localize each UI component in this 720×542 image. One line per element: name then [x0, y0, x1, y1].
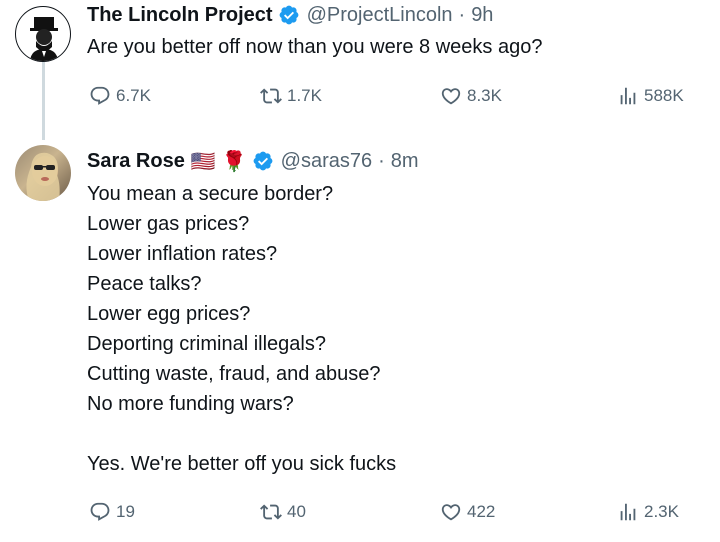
views-button[interactable]: 2.3K [617, 497, 679, 527]
like-button[interactable]: 422 [440, 497, 495, 527]
like-icon [441, 504, 461, 521]
tweet-header: Sara Rose 🇺🇸 🌹 @saras76 · 8m [87, 147, 419, 175]
tweet-actions: 19 40 422 2.3K [0, 497, 720, 527]
author-handle[interactable]: @ProjectLincoln [307, 4, 453, 27]
like-count: 8.3K [467, 86, 502, 105]
tweet-text: You mean a secure border? Lower gas pric… [87, 183, 397, 475]
retweet-count: 1.7K [287, 86, 322, 105]
reply-button[interactable]: 19 [89, 497, 135, 527]
tweet-timestamp[interactable]: 8m [391, 150, 419, 173]
reply-icon [90, 502, 110, 521]
tweet-actions: 6.7K 1.7K 8.3K 588K [0, 81, 720, 111]
separator-dot: · [458, 3, 466, 26]
verified-badge-icon [253, 151, 273, 171]
retweet-icon [260, 88, 282, 104]
reply-count: 6.7K [116, 86, 151, 105]
retweet-count: 40 [287, 502, 306, 521]
tweet-text: Are you better off now than you were 8 w… [87, 36, 543, 58]
tweet-lincoln-project[interactable]: The Lincoln Project @ProjectLincoln · 9h… [0, 0, 720, 140]
author-handle[interactable]: @saras76 [281, 150, 372, 173]
views-count: 588K [644, 86, 684, 105]
rose-emoji: 🌹 [221, 150, 247, 173]
tweet-timestamp[interactable]: 9h [471, 4, 493, 27]
retweet-icon [260, 504, 282, 520]
views-button[interactable]: 588K [617, 81, 684, 111]
reply-icon [90, 86, 110, 105]
like-icon [441, 88, 461, 105]
author-name[interactable]: Sara Rose [87, 150, 185, 173]
reply-count: 19 [116, 502, 135, 521]
us-flag-emoji: 🇺🇸 [190, 150, 216, 173]
like-count: 422 [467, 502, 496, 521]
views-icon [620, 503, 636, 521]
avatar-lincoln-project[interactable] [15, 6, 71, 62]
author-name[interactable]: The Lincoln Project [87, 4, 273, 27]
like-button[interactable]: 8.3K [440, 81, 502, 111]
retweet-button[interactable]: 1.7K [260, 81, 322, 111]
tweet-sara-rose[interactable]: Sara Rose 🇺🇸 🌹 @saras76 · 8m You mean a … [0, 135, 720, 542]
retweet-button[interactable]: 40 [260, 497, 306, 527]
tweet-header: The Lincoln Project @ProjectLincoln · 9h [87, 1, 493, 29]
views-icon [620, 87, 636, 105]
views-count: 2.3K [644, 502, 679, 521]
verified-badge-icon [279, 5, 298, 25]
avatar-sara-rose[interactable] [15, 145, 71, 201]
separator-dot: · [378, 149, 385, 172]
reply-button[interactable]: 6.7K [89, 81, 151, 111]
